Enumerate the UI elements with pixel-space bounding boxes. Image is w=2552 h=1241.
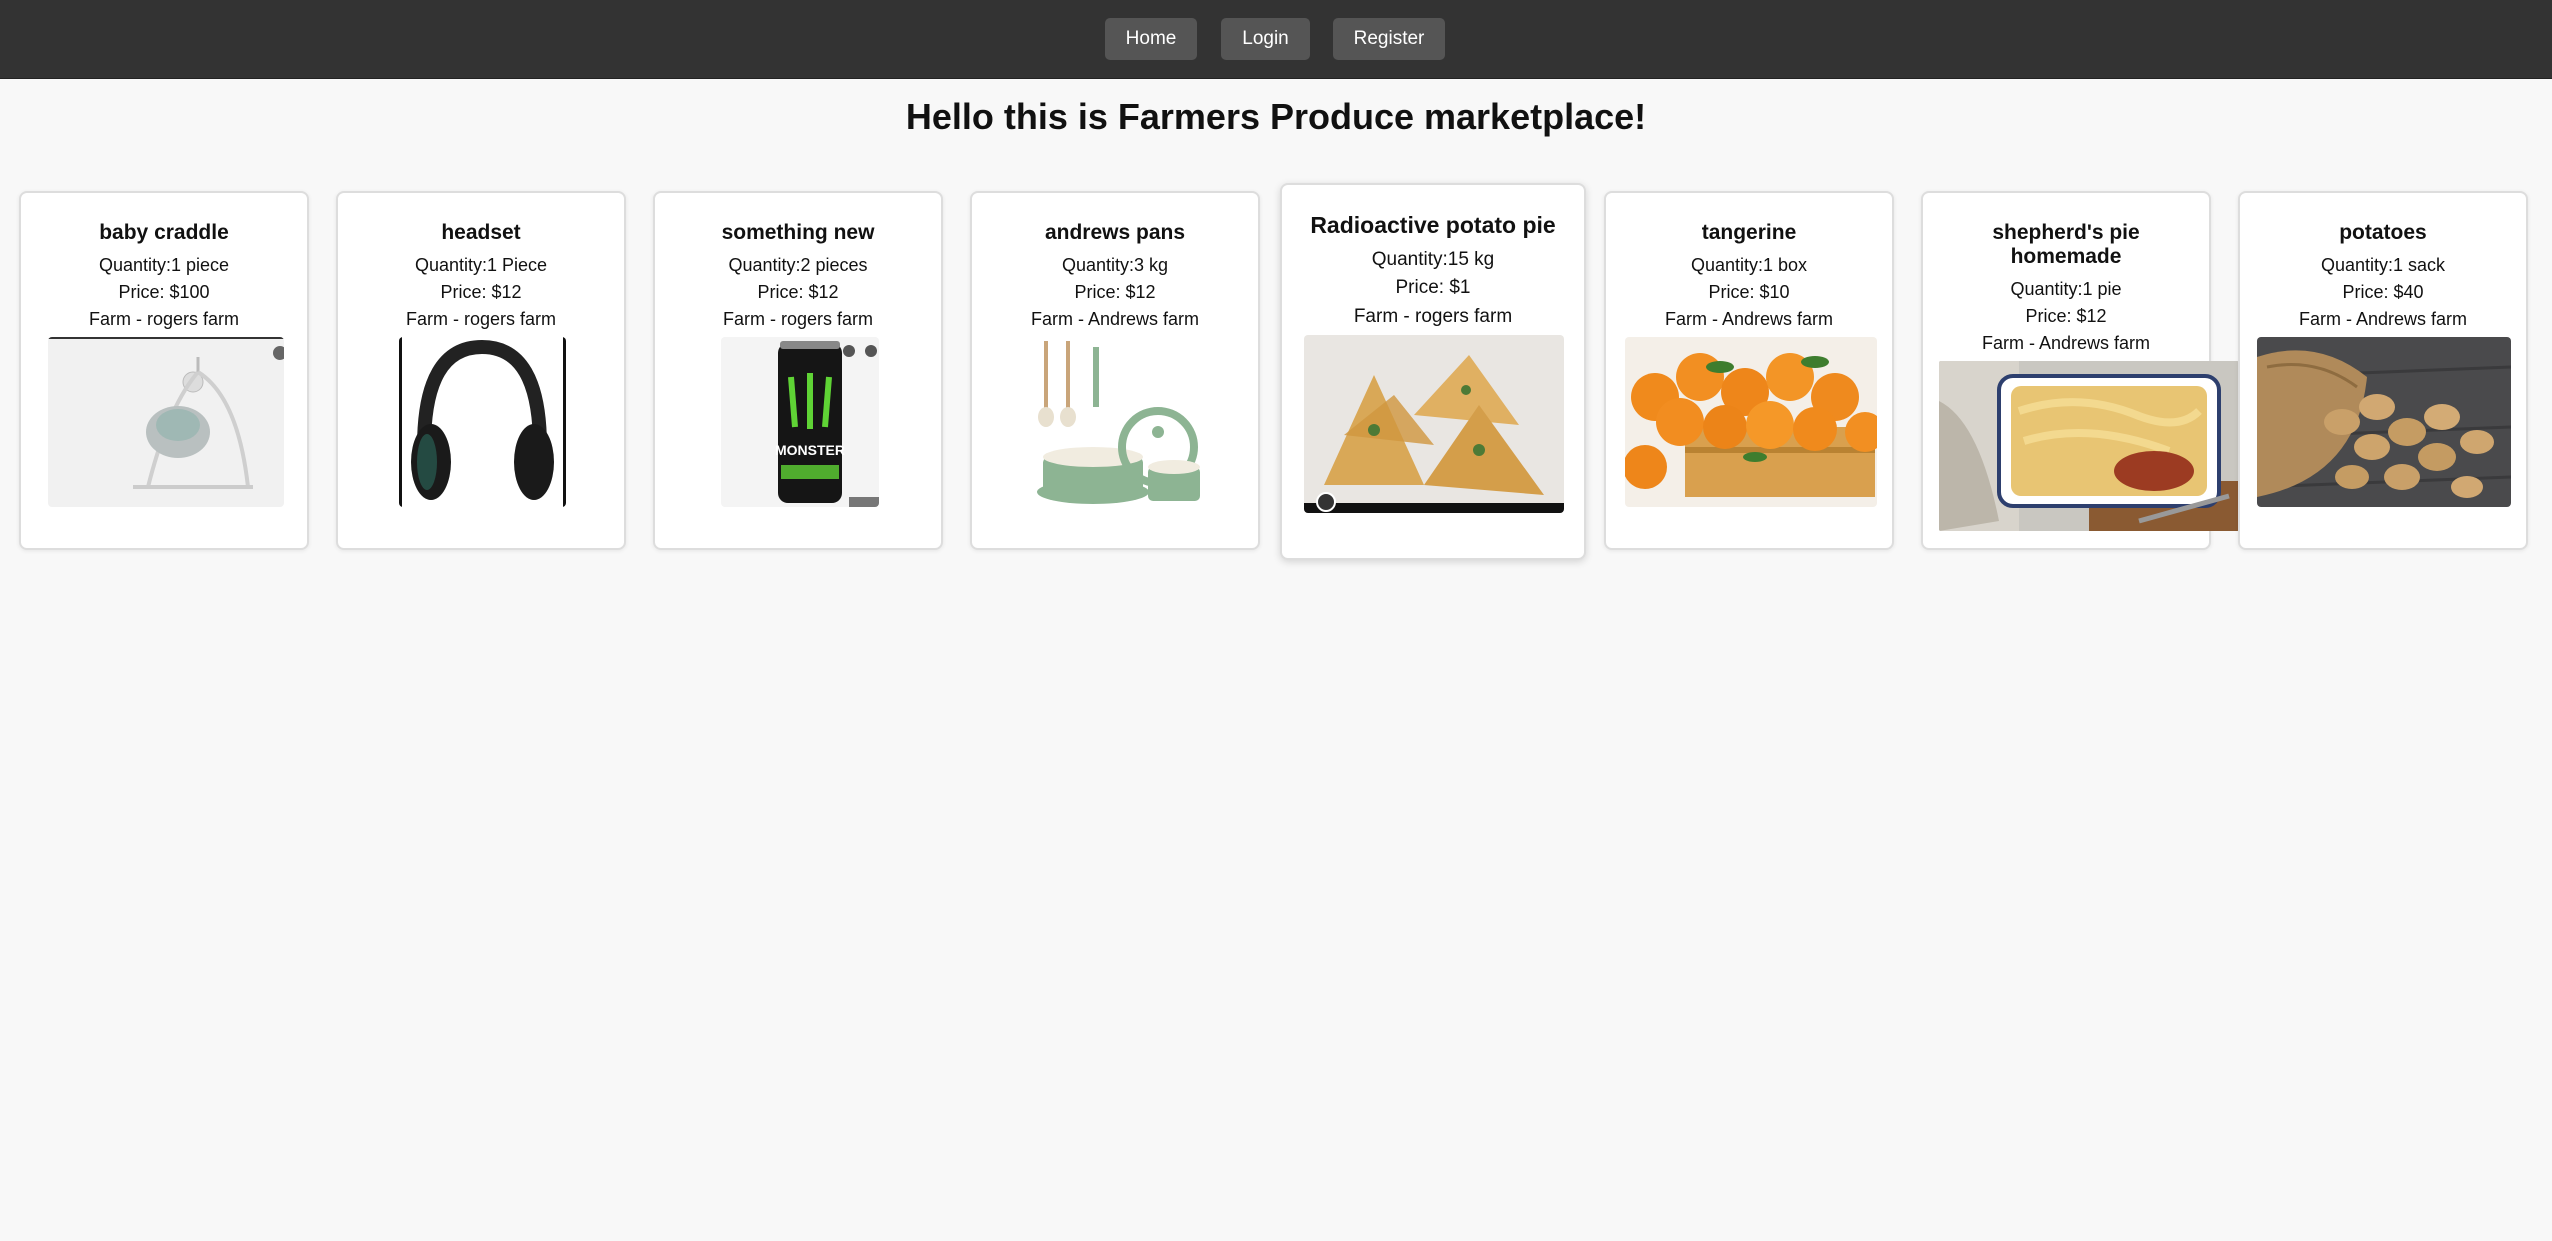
product-quantity: Quantity:1 box (1690, 255, 1808, 275)
product-farm: Farm - rogers farm (88, 309, 239, 329)
product-name: potatoes (2339, 221, 2427, 244)
product-card[interactable]: potatoes Quantity:1 sack Price: $40 Farm… (2238, 191, 2528, 550)
product-quantity: Quantity:2 pieces (728, 255, 868, 275)
product-image (48, 337, 284, 507)
product-farm: Farm - rogers farm (405, 309, 556, 329)
page-title: Hello this is Farmers Produce marketplac… (905, 96, 1647, 137)
product-farm: Farm - Andrews farm (1030, 309, 1200, 329)
product-quantity: Quantity:1 pie (2010, 279, 2122, 299)
product-image: MONSTER (721, 337, 879, 507)
product-name: andrews pans (1044, 221, 1186, 244)
product-price: Price: $1 (1395, 277, 1471, 298)
product-image (1939, 361, 2239, 531)
product-name: something new (721, 221, 875, 244)
product-card[interactable]: headset Quantity:1 Piece Price: $12 Farm… (336, 191, 626, 550)
login-button[interactable]: Login (1221, 18, 1310, 60)
product-name: shepherd's pie homemade (1992, 221, 2140, 268)
product-card[interactable]: andrews pans Quantity:3 kg Price: $12 Fa… (970, 191, 1260, 550)
product-name: headset (441, 221, 521, 244)
product-price: Price: $12 (2025, 306, 2107, 326)
product-quantity: Quantity:1 Piece (414, 255, 548, 275)
register-button[interactable]: Register (1333, 18, 1445, 60)
product-name: tangerine (1701, 221, 1797, 244)
product-image (2257, 337, 2511, 507)
product-quantity: Quantity:15 kg (1371, 249, 1495, 270)
product-farm: Farm - rogers farm (722, 309, 873, 329)
product-price: Price: $100 (118, 282, 210, 302)
product-quantity: Quantity:1 piece (98, 255, 230, 275)
product-image-text: MONSTER (775, 442, 845, 458)
product-farm: Farm - Andrews farm (2298, 309, 2468, 329)
product-quantity: Quantity:3 kg (1061, 255, 1169, 275)
product-image (1028, 337, 1206, 507)
product-card[interactable]: something new Quantity:2 pieces Price: $… (653, 191, 943, 550)
product-quantity: Quantity:1 sack (2320, 255, 2446, 275)
product-farm: Farm - rogers farm (1353, 306, 1513, 327)
product-card[interactable]: Radioactive potato pie Quantity:15 kg Pr… (1280, 183, 1586, 560)
product-price: Price: $12 (1074, 282, 1156, 302)
product-price: Price: $12 (757, 282, 839, 302)
home-button[interactable]: Home (1105, 18, 1197, 60)
product-card[interactable]: shepherd's pie homemade Quantity:1 pie P… (1921, 191, 2239, 550)
product-price: Price: $10 (1708, 282, 1790, 302)
product-card[interactable]: tangerine Quantity:1 box Price: $10 Farm… (1604, 191, 1894, 550)
product-image (1625, 337, 1877, 507)
product-name: Radioactive potato pie (1310, 212, 1556, 238)
product-card[interactable]: baby craddle Quantity:1 piece Price: $10… (19, 191, 309, 550)
product-price: Price: $40 (2342, 282, 2424, 302)
product-image (1304, 335, 1564, 513)
top-navbar: Home Login Register (0, 0, 2552, 79)
product-price: Price: $12 (440, 282, 522, 302)
product-image (399, 337, 566, 507)
product-farm: Farm - Andrews farm (1981, 333, 2151, 353)
product-name: baby craddle (99, 221, 229, 244)
product-farm: Farm - Andrews farm (1664, 309, 1834, 329)
